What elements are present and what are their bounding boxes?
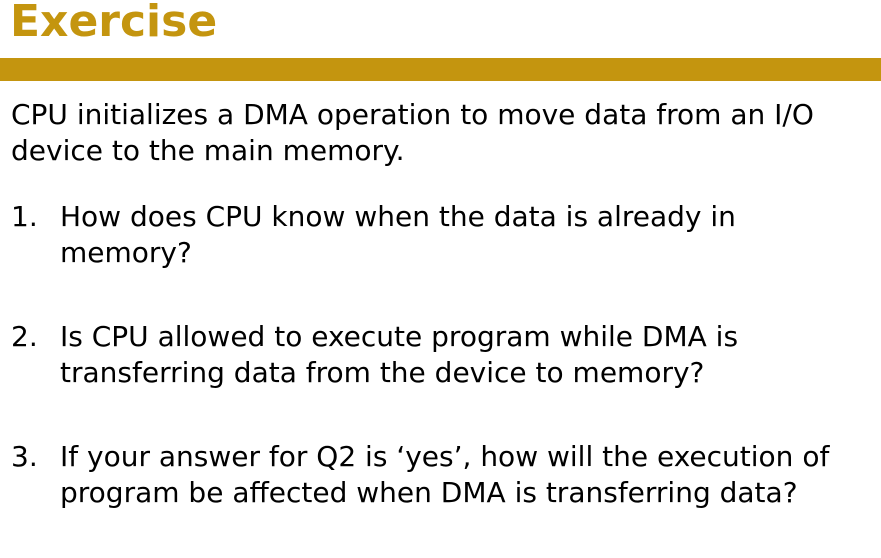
question-text: How does CPU know when the data is alrea… [60, 200, 736, 269]
question-number: 2. [11, 320, 38, 353]
title-divider-bar [0, 58, 881, 81]
question-text: If your answer for Q2 is ‘yes’, how will… [60, 440, 830, 509]
question-number: 3. [11, 440, 38, 473]
intro-text: CPU initializes a DMA operation to move … [11, 98, 814, 167]
slide-title: Exercise [10, 0, 218, 47]
question-number: 1. [11, 200, 38, 233]
question-text: Is CPU allowed to execute program while … [60, 320, 739, 389]
